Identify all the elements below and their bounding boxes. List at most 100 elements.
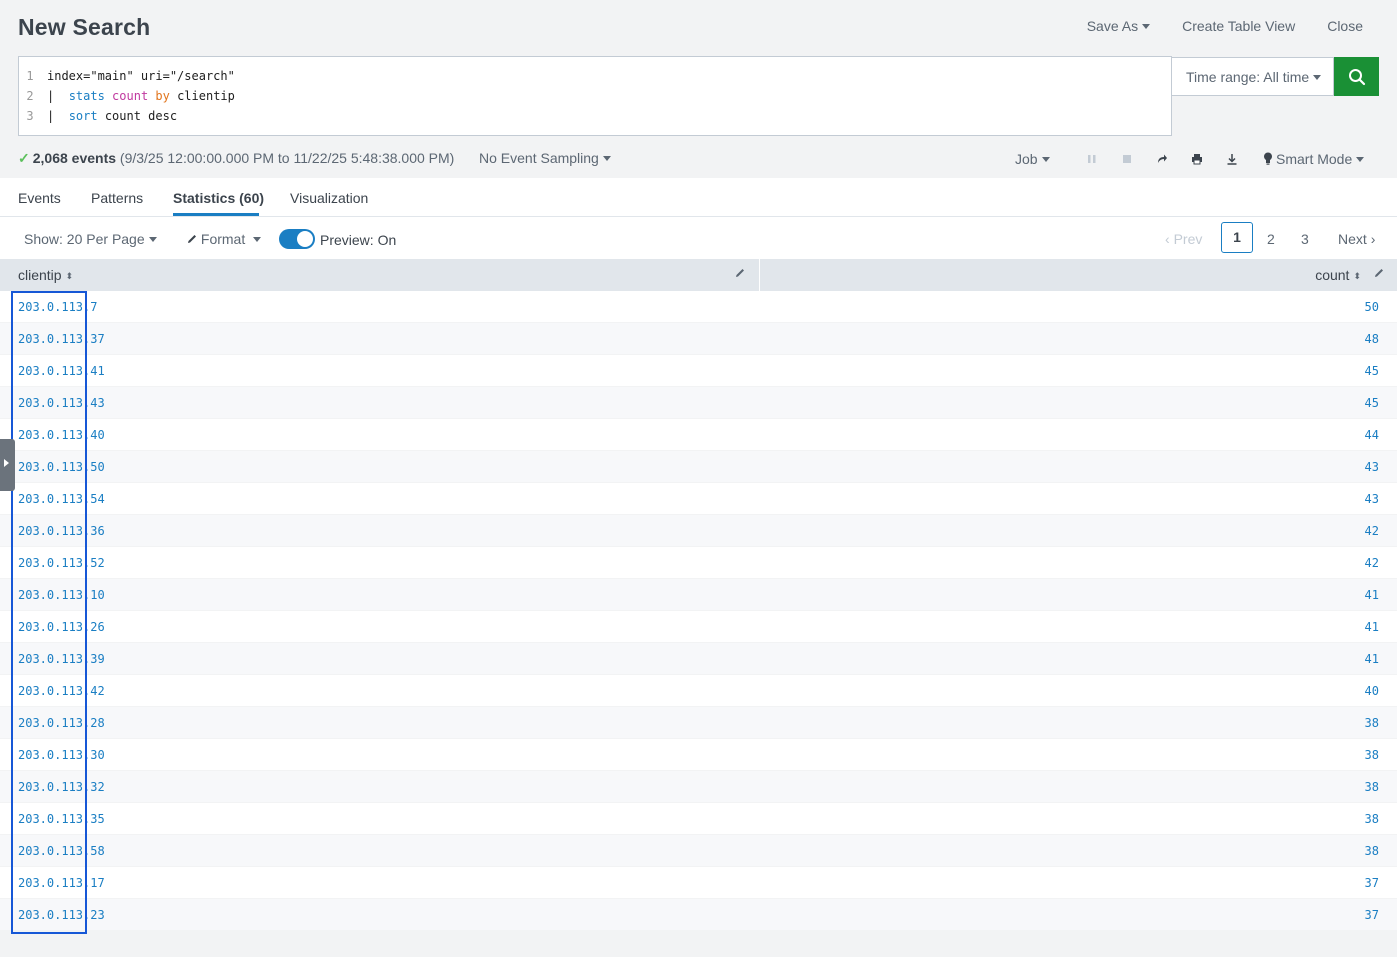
- next-page-button[interactable]: Next ›: [1338, 231, 1375, 247]
- cell-count[interactable]: 40: [1365, 684, 1379, 698]
- search-mode-dropdown[interactable]: Smart Mode: [1263, 151, 1365, 167]
- page-3-button[interactable]: 3: [1301, 231, 1309, 247]
- print-icon: [1191, 154, 1202, 165]
- column-header-clientip[interactable]: clientip ⬍: [18, 267, 73, 283]
- cell-clientip[interactable]: 203.0.113.42: [18, 684, 105, 698]
- save-as-button[interactable]: Save As: [1086, 18, 1151, 34]
- results-toolbar: Show: 20 Per Page Format Preview: On ‹ P…: [0, 217, 1397, 259]
- next-label: Next: [1338, 231, 1367, 247]
- cell-count[interactable]: 38: [1365, 844, 1379, 858]
- time-range-picker[interactable]: Time range: All time: [1172, 57, 1334, 96]
- export-button[interactable]: [1214, 151, 1249, 167]
- cell-count[interactable]: 41: [1365, 652, 1379, 666]
- cell-clientip[interactable]: 203.0.113.40: [18, 428, 105, 442]
- share-button[interactable]: [1144, 151, 1179, 167]
- query-token: by: [155, 89, 170, 103]
- tab-events[interactable]: Events: [18, 190, 61, 206]
- table-row: 203.0.113.35 38: [0, 803, 1397, 835]
- cell-clientip[interactable]: 203.0.113.36: [18, 524, 105, 538]
- query-text: index="main" uri="/search": [47, 69, 235, 83]
- cell-count[interactable]: 45: [1365, 364, 1379, 378]
- prev-page-button[interactable]: ‹ Prev: [1165, 231, 1202, 247]
- stop-button[interactable]: [1109, 151, 1144, 167]
- preview-label: Preview: On: [320, 232, 397, 248]
- table-row: 203.0.113.43 45: [0, 387, 1397, 419]
- cell-clientip[interactable]: 203.0.113.23: [18, 908, 105, 922]
- event-sampling-dropdown[interactable]: No Event Sampling: [479, 150, 611, 166]
- cell-count[interactable]: 38: [1365, 716, 1379, 730]
- cell-clientip[interactable]: 203.0.113.30: [18, 748, 105, 762]
- tab-visualization[interactable]: Visualization: [290, 190, 368, 206]
- print-button[interactable]: [1179, 151, 1214, 167]
- table-row: 203.0.113.36 42: [0, 515, 1397, 547]
- format-label: Format: [200, 231, 246, 247]
- preview-toggle[interactable]: [279, 229, 315, 249]
- table-row: 203.0.113.28 38: [0, 707, 1397, 739]
- query-token: clientip: [169, 89, 235, 103]
- cell-clientip[interactable]: 203.0.113.37: [18, 332, 105, 346]
- tab-patterns[interactable]: Patterns: [91, 190, 143, 206]
- cell-count[interactable]: 42: [1365, 556, 1379, 570]
- prev-label: Prev: [1173, 231, 1203, 247]
- cell-count[interactable]: 38: [1365, 812, 1379, 826]
- cell-clientip[interactable]: 203.0.113.32: [18, 780, 105, 794]
- sidebar-expand-handle[interactable]: [0, 439, 15, 491]
- cell-clientip[interactable]: 203.0.113.39: [18, 652, 105, 666]
- cell-count[interactable]: 43: [1365, 492, 1379, 506]
- pencil-icon: [188, 235, 196, 243]
- cell-count[interactable]: 43: [1365, 460, 1379, 474]
- per-page-dropdown[interactable]: Show: 20 Per Page: [24, 231, 157, 247]
- cell-count[interactable]: 48: [1365, 332, 1379, 346]
- edit-column-clientip-icon[interactable]: [735, 268, 745, 278]
- cell-count[interactable]: 45: [1365, 396, 1379, 410]
- cell-clientip[interactable]: 203.0.113.17: [18, 876, 105, 890]
- close-button[interactable]: Close: [1327, 18, 1363, 34]
- column-header-count[interactable]: count ⬍: [1315, 267, 1361, 283]
- table-row: 203.0.113.17 37: [0, 867, 1397, 899]
- cell-count[interactable]: 44: [1365, 428, 1379, 442]
- query-token: count desc: [97, 109, 178, 123]
- cell-clientip[interactable]: 203.0.113.35: [18, 812, 105, 826]
- cell-clientip[interactable]: 203.0.113.50: [18, 460, 105, 474]
- format-dropdown[interactable]: Format: [187, 231, 262, 247]
- cell-clientip[interactable]: 203.0.113.52: [18, 556, 105, 570]
- pause-button[interactable]: [1074, 151, 1109, 167]
- page-1-button[interactable]: 1: [1221, 222, 1253, 253]
- job-menu[interactable]: Job: [1015, 151, 1050, 167]
- cell-clientip[interactable]: 203.0.113.41: [18, 364, 105, 378]
- cell-count[interactable]: 50: [1365, 300, 1379, 314]
- tab-statistics[interactable]: Statistics (60): [173, 190, 264, 206]
- cell-count[interactable]: 37: [1365, 908, 1379, 922]
- line-number: 3: [26, 109, 34, 123]
- table-row: 203.0.113.50 43: [0, 451, 1397, 483]
- cell-count[interactable]: 41: [1365, 588, 1379, 602]
- app-header: New Search Save As Create Table View Clo…: [0, 0, 1397, 56]
- cell-count[interactable]: 41: [1365, 620, 1379, 634]
- cell-clientip[interactable]: 203.0.113.26: [18, 620, 105, 634]
- search-button[interactable]: [1334, 57, 1379, 96]
- cell-clientip[interactable]: 203.0.113.10: [18, 588, 105, 602]
- cell-count[interactable]: 42: [1365, 524, 1379, 538]
- query-line: 1 index="main" uri="/search": [19, 66, 235, 86]
- cell-clientip[interactable]: 203.0.113.28: [18, 716, 105, 730]
- column-divider: [759, 259, 760, 291]
- cell-clientip[interactable]: 203.0.113.54: [18, 492, 105, 506]
- cell-count[interactable]: 38: [1365, 748, 1379, 762]
- lightbulb-icon: [1264, 152, 1272, 165]
- save-as-label: Save As: [1086, 18, 1139, 34]
- table-row: 203.0.113.32 38: [0, 771, 1397, 803]
- column-count-label: count: [1315, 267, 1350, 283]
- cell-clientip[interactable]: 203.0.113.43: [18, 396, 105, 410]
- cell-clientip[interactable]: 203.0.113.7: [18, 300, 97, 314]
- page-2-button[interactable]: 2: [1267, 231, 1275, 247]
- share-arrow-icon: [1157, 154, 1167, 163]
- query-token: index="main" uri="/search": [47, 69, 235, 83]
- cell-count[interactable]: 38: [1365, 780, 1379, 794]
- create-table-view-button[interactable]: Create Table View: [1182, 18, 1295, 34]
- edit-column-count-icon[interactable]: [1374, 268, 1384, 278]
- table-row: 203.0.113.39 41: [0, 643, 1397, 675]
- cell-clientip[interactable]: 203.0.113.58: [18, 844, 105, 858]
- query-token: [105, 89, 112, 103]
- cell-count[interactable]: 37: [1365, 876, 1379, 890]
- search-query-editor[interactable]: 1 index="main" uri="/search" 2 | stats coun…: [18, 56, 1172, 136]
